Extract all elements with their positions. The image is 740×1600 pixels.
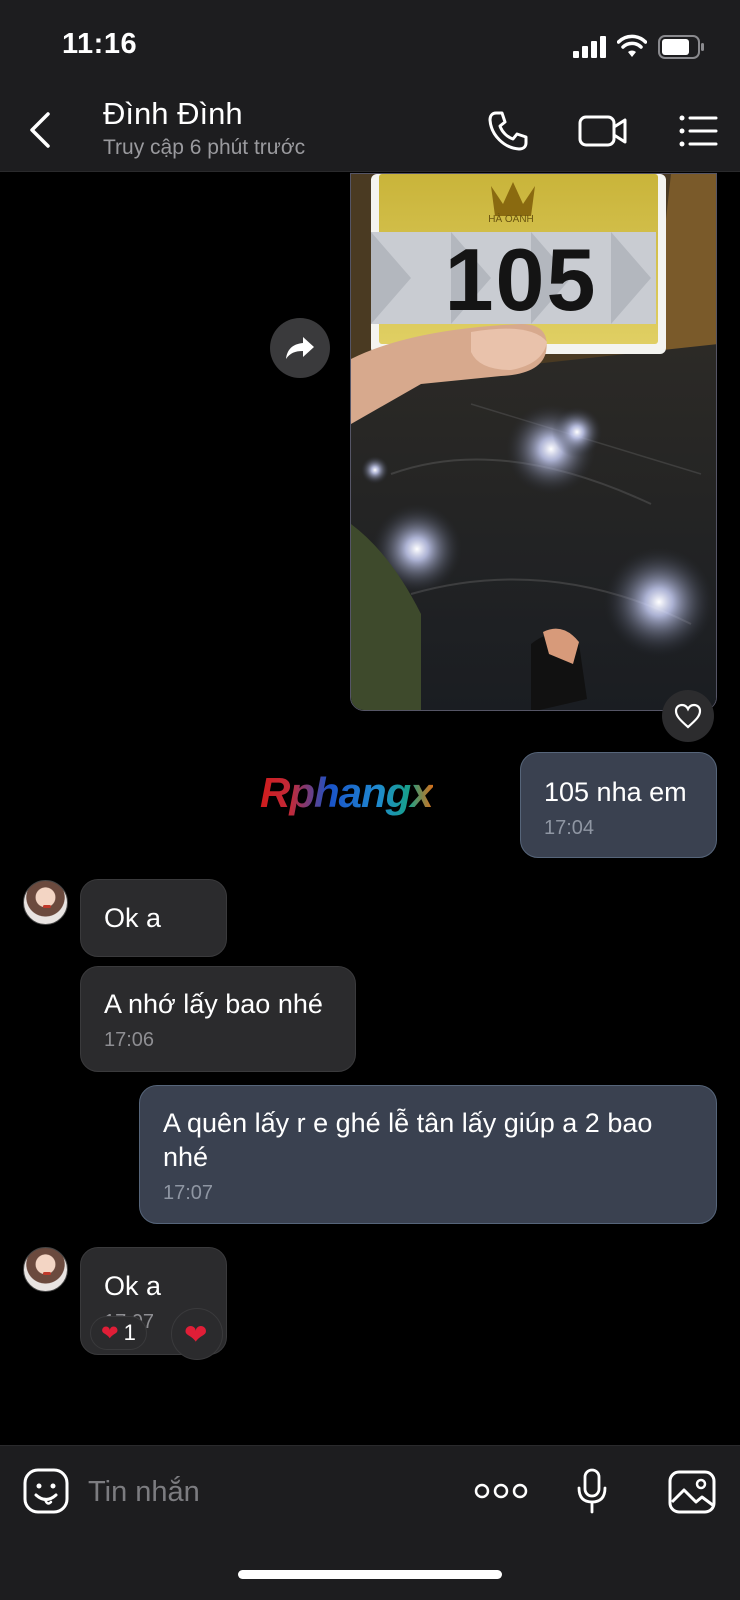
message-text: A nhớ lấy bao nhé — [104, 989, 323, 1019]
status-time: 11:16 — [62, 28, 138, 60]
home-indicator[interactable] — [238, 1570, 502, 1579]
message-input[interactable] — [88, 1474, 448, 1510]
message-bubble-incoming[interactable]: Ok a — [80, 879, 227, 957]
reaction-count-badge[interactable]: ❤ 1 — [90, 1316, 147, 1350]
wifi-icon — [617, 34, 647, 57]
message-text: Ok a — [104, 903, 162, 933]
status-bar: 11:16 — [0, 0, 740, 90]
avatar[interactable] — [23, 880, 68, 925]
like-button[interactable] — [662, 690, 714, 742]
photo-message[interactable]: 105 HÀ OANH — [350, 173, 717, 711]
message-bubble-outgoing[interactable]: A quên lấy r e ghé lễ tân lấy giúp a 2 b… — [139, 1085, 717, 1224]
avatar[interactable] — [23, 1247, 68, 1292]
share-button[interactable] — [270, 318, 330, 378]
message-text: A quên lấy r e ghé lễ tân lấy giúp a 2 b… — [163, 1108, 653, 1172]
share-arrow-icon — [286, 337, 314, 359]
image-icon[interactable] — [668, 1470, 716, 1514]
message-time: 17:07 — [163, 1182, 214, 1204]
message-list[interactable]: 105 HÀ OANH Rphangx 105 nha em 17:04 Ok … — [0, 173, 740, 1445]
add-reaction-button[interactable]: ❤ — [171, 1308, 223, 1360]
contact-name[interactable]: Đình Đình — [103, 96, 243, 132]
message-time: 17:06 — [104, 1029, 155, 1051]
battery-icon — [658, 35, 704, 59]
microphone-icon[interactable] — [576, 1468, 608, 1514]
message-text: Ok a — [104, 1271, 162, 1301]
message-bubble-outgoing[interactable]: 105 nha em 17:04 — [520, 752, 717, 858]
reaction-count: 1 — [123, 1320, 136, 1345]
phone-icon[interactable] — [487, 110, 529, 152]
heart-reaction-icon: ❤ — [101, 1321, 119, 1345]
chevron-left-icon[interactable] — [26, 108, 56, 152]
heart-outline-icon — [674, 703, 702, 729]
room-number-label: 105 — [444, 230, 598, 329]
heart-icon: ❤ — [184, 1319, 208, 1350]
message-bubble-incoming[interactable]: A nhớ lấy bao nhé 17:06 — [80, 966, 356, 1072]
list-icon[interactable] — [678, 110, 718, 152]
watermark: Rphangx — [260, 769, 434, 816]
message-text: 105 nha em — [544, 777, 687, 807]
contact-last-seen: Truy cập 6 phút trước — [103, 136, 306, 159]
room-tag-brand: HÀ OANH — [488, 214, 534, 225]
smiley-icon[interactable] — [23, 1468, 69, 1514]
cellular-signal-icon — [573, 36, 606, 58]
more-dots-icon[interactable] — [474, 1480, 528, 1502]
video-icon[interactable] — [578, 110, 628, 152]
chat-header: Đình Đình Truy cập 6 phút trước — [0, 90, 740, 172]
message-time: 17:04 — [544, 817, 595, 839]
